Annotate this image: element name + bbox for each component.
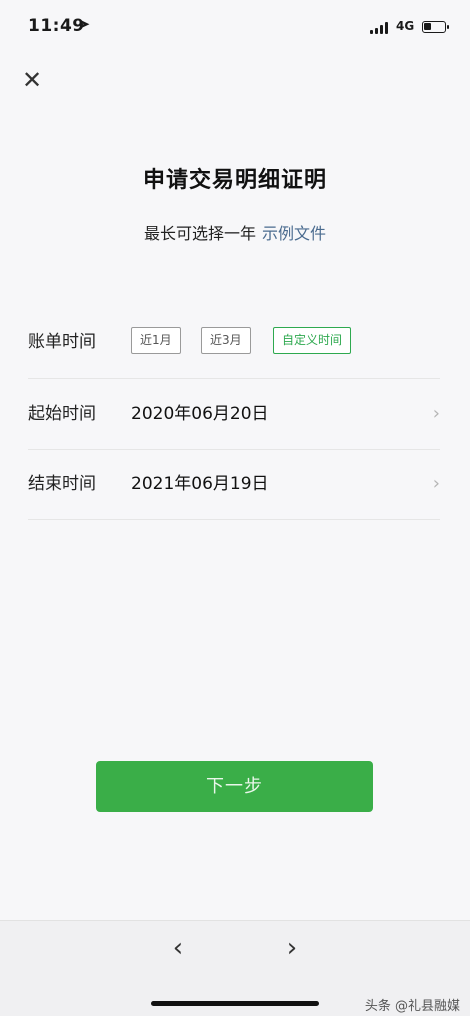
sample-file-link[interactable]: 示例文件 (262, 224, 326, 243)
next-step-button[interactable]: 下一步 (96, 761, 373, 812)
location-arrow-icon: ➤ (80, 17, 91, 31)
divider (28, 519, 440, 520)
chip-custom-time[interactable]: 自定义时间 (273, 327, 352, 354)
bottom-nav-bar: ‹ › 头条 @礼县融媒 (0, 920, 470, 1016)
chevron-right-icon: › (432, 403, 440, 424)
end-time-row[interactable]: 结束时间 2021年06月19日 › (28, 449, 440, 519)
bill-time-row: 账单时间 近1月 近3月 自定义时间 (28, 307, 440, 377)
screen: 11:49 ➤ 4G ✕ 申请交易明细证明 最长可选择一年 示例文件 账单时间 近… (0, 0, 470, 1016)
end-time-value: 2021年06月19日 (131, 474, 269, 494)
subtitle-row: 最长可选择一年 示例文件 (0, 220, 470, 244)
chevron-left-icon[interactable]: ‹ (163, 933, 193, 963)
page-title: 申请交易明细证明 (142, 168, 327, 193)
battery-icon (422, 21, 449, 33)
signal-icon (370, 22, 390, 34)
chevron-right-icon[interactable]: › (277, 933, 307, 963)
bill-time-label: 账单时间 (28, 332, 96, 352)
network-type: 4G (396, 19, 415, 33)
start-time-row[interactable]: 起始时间 2020年06月20日 › (28, 379, 440, 449)
watermark: 头条 @礼县融媒 (364, 999, 460, 1014)
chip-last-1-month[interactable]: 近1月 (131, 327, 181, 354)
home-indicator[interactable] (151, 1001, 319, 1006)
chevron-right-icon: › (432, 473, 440, 494)
subtitle-text: 最长可选择一年 (143, 224, 256, 243)
start-time-label: 起始时间 (28, 404, 96, 424)
start-time-value: 2020年06月20日 (131, 404, 269, 424)
chip-last-3-months[interactable]: 近3月 (201, 327, 251, 354)
close-icon[interactable]: ✕ (18, 66, 46, 94)
status-bar: 11:49 ➤ 4G (0, 0, 470, 56)
end-time-label: 结束时间 (28, 474, 96, 494)
status-time: 11:49 (28, 16, 85, 36)
